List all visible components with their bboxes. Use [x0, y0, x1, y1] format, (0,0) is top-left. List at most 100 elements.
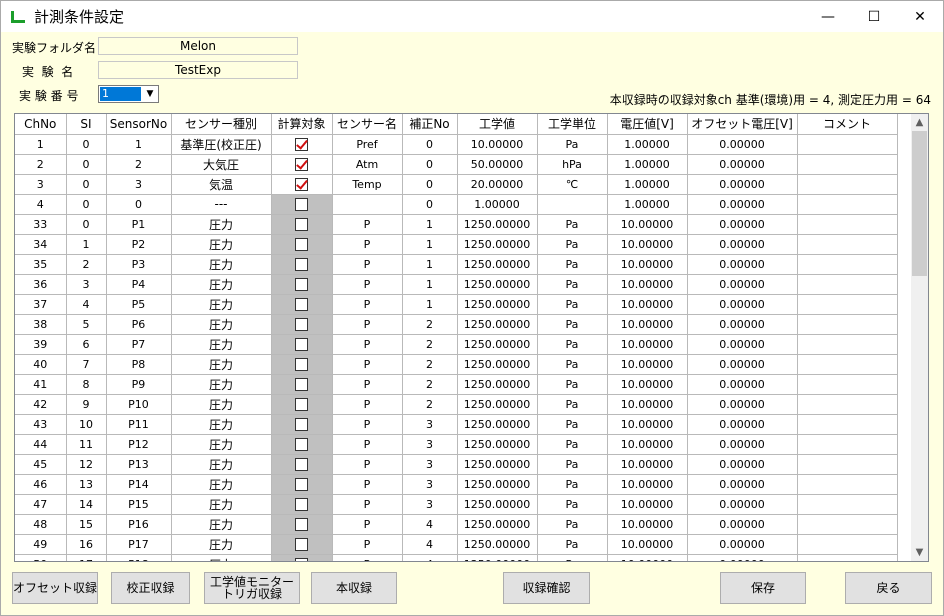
cell-sensor-type[interactable]: 圧力 — [171, 294, 272, 315]
cell-correction-no[interactable]: 1 — [402, 254, 458, 275]
cell-correction-no[interactable]: 4 — [402, 554, 458, 561]
cell-eng-value[interactable]: 1250.00000 — [457, 294, 538, 315]
table-row[interactable]: 5017P18圧力 P41250.00000Pa10.000000.00000 — [15, 554, 898, 561]
cell-sensor-name[interactable]: P — [332, 234, 403, 255]
cell-calc-target[interactable] — [271, 234, 333, 255]
cell-eng-unit[interactable]: Pa — [537, 474, 608, 495]
checkbox[interactable] — [295, 397, 308, 411]
table-row[interactable]: 4 0 0 --- 0 1.00000 1.00000 0.00000 — [15, 194, 898, 215]
cell-sensorno[interactable]: P16 — [106, 514, 172, 535]
cell-eng-value[interactable]: 1250.00000 — [457, 394, 538, 415]
cell-calc-target[interactable] — [271, 534, 333, 555]
cell-sensorno[interactable]: P3 — [106, 254, 172, 275]
cell-voltage[interactable]: 1.00000 — [607, 134, 688, 155]
cell-offset-voltage[interactable]: 0.00000 — [687, 354, 798, 375]
cell-eng-value[interactable]: 1250.00000 — [457, 234, 538, 255]
cell-chno[interactable]: 46 — [15, 474, 67, 495]
cell-si[interactable]: 0 — [66, 194, 107, 215]
cell-si[interactable]: 0 — [66, 174, 107, 195]
cell-comment[interactable] — [797, 274, 898, 295]
cell-correction-no[interactable]: 3 — [402, 414, 458, 435]
cell-eng-unit[interactable]: ℃ — [537, 174, 608, 195]
cell-sensor-name[interactable]: P — [332, 274, 403, 295]
cell-sensor-type[interactable]: 圧力 — [171, 374, 272, 395]
table-row[interactable]: 34 1 P2 圧力 P 1 1250.00000 Pa 10.00000 0.00000 — [15, 234, 898, 255]
cell-sensor-name[interactable]: P — [332, 354, 403, 375]
cell-sensor-name[interactable] — [332, 194, 403, 215]
cell-sensor-name[interactable]: P — [332, 534, 403, 555]
cell-sensor-type[interactable]: 気温 — [171, 174, 272, 195]
cell-comment[interactable] — [797, 174, 898, 195]
cell-si[interactable]: 11 — [66, 434, 107, 455]
cell-offset-voltage[interactable]: 0.00000 — [687, 314, 798, 335]
cell-sensor-name[interactable]: P — [332, 474, 403, 495]
cell-calc-target[interactable] — [271, 454, 333, 475]
cell-eng-unit[interactable]: Pa — [537, 294, 608, 315]
cell-sensor-type[interactable]: 大気圧 — [171, 154, 272, 175]
col-header-calc-target[interactable]: 計算対象 — [271, 114, 333, 135]
cell-eng-value[interactable]: 1250.00000 — [457, 454, 538, 475]
cell-sensor-name[interactable]: P — [332, 454, 403, 475]
cell-comment[interactable] — [797, 394, 898, 415]
checkbox[interactable] — [295, 337, 308, 351]
cell-eng-unit[interactable]: Pa — [537, 534, 608, 555]
cell-comment[interactable] — [797, 494, 898, 515]
cell-sensor-name[interactable]: P — [332, 314, 403, 335]
cell-voltage[interactable]: 10.00000 — [607, 234, 688, 255]
cell-offset-voltage[interactable]: 0.00000 — [687, 394, 798, 415]
cell-offset-voltage[interactable]: 0.00000 — [687, 274, 798, 295]
cell-sensor-name[interactable]: P — [332, 394, 403, 415]
col-header-si[interactable]: SI — [66, 114, 107, 135]
cell-chno[interactable]: 34 — [15, 234, 67, 255]
cell-si[interactable]: 0 — [66, 134, 107, 155]
table-row[interactable]: 40 7 P8 圧力 P 2 1250.00000 Pa 10.00000 0.00000 — [15, 354, 898, 375]
cell-si[interactable]: 10 — [66, 414, 107, 435]
cell-chno[interactable]: 47 — [15, 494, 67, 515]
cell-sensor-name[interactable]: Pref — [332, 134, 403, 155]
cell-offset-voltage[interactable]: 0.00000 — [687, 494, 798, 515]
cell-eng-value[interactable]: 1250.00000 — [457, 334, 538, 355]
cell-sensorno[interactable]: P2 — [106, 234, 172, 255]
cell-sensorno[interactable]: P15 — [106, 494, 172, 515]
checkbox[interactable] — [295, 197, 308, 211]
cell-offset-voltage[interactable]: 0.00000 — [687, 334, 798, 355]
checkbox[interactable] — [295, 497, 308, 511]
cell-offset-voltage[interactable]: 0.00000 — [687, 374, 798, 395]
cell-chno[interactable]: 43 — [15, 414, 67, 435]
cell-chno[interactable]: 37 — [15, 294, 67, 315]
cell-sensorno[interactable]: 0 — [106, 194, 172, 215]
cell-calc-target[interactable] — [271, 494, 333, 515]
cell-si[interactable]: 6 — [66, 334, 107, 355]
cell-comment[interactable] — [797, 314, 898, 335]
cell-si[interactable]: 0 — [66, 214, 107, 235]
cell-eng-unit[interactable]: Pa — [537, 254, 608, 275]
cell-sensor-name[interactable]: P — [332, 214, 403, 235]
close-button[interactable]: ✕ — [897, 1, 943, 32]
table-row[interactable]: 48 15 P16 圧力 P 4 1250.00000 Pa 10.00000 0.00000 — [15, 514, 898, 535]
cell-comment[interactable] — [797, 134, 898, 155]
cell-chno[interactable]: 44 — [15, 434, 67, 455]
cell-eng-value[interactable]: 1250.00000 — [457, 374, 538, 395]
checkbox[interactable] — [295, 217, 308, 231]
cell-si[interactable]: 7 — [66, 354, 107, 375]
cell-eng-value[interactable]: 1250.00000 — [457, 414, 538, 435]
calibration-record-button[interactable]: 校正収録 — [111, 572, 190, 604]
cell-correction-no[interactable]: 3 — [402, 454, 458, 475]
cell-chno[interactable]: 39 — [15, 334, 67, 355]
cell-eng-unit[interactable]: Pa — [537, 234, 608, 255]
cell-correction-no[interactable]: 0 — [402, 154, 458, 175]
table-row[interactable]: 46 13 P14 圧力 P 3 1250.00000 Pa 10.00000 0.00000 — [15, 474, 898, 495]
col-header-voltage[interactable]: 電圧値[V] — [607, 114, 688, 135]
cell-eng-value[interactable]: 1250.00000 — [457, 474, 538, 495]
cell-si[interactable]: 3 — [66, 274, 107, 295]
cell-eng-value[interactable]: 1250.00000 — [457, 354, 538, 375]
cell-si[interactable]: 0 — [66, 154, 107, 175]
cell-chno[interactable]: 38 — [15, 314, 67, 335]
table-row[interactable]: 44 11 P12 圧力 P 3 1250.00000 Pa 10.00000 0.00000 — [15, 434, 898, 455]
table-row[interactable]: 1 0 1 基準圧(校正圧) Pref 0 10.00000 Pa 1.00000 0.00000 — [15, 134, 898, 155]
cell-sensor-type[interactable]: 圧力 — [171, 234, 272, 255]
cell-comment[interactable] — [797, 434, 898, 455]
cell-correction-no[interactable]: 3 — [402, 494, 458, 515]
col-header-sensor-type[interactable]: センサー種別 — [171, 114, 272, 135]
cell-calc-target[interactable] — [271, 154, 333, 175]
